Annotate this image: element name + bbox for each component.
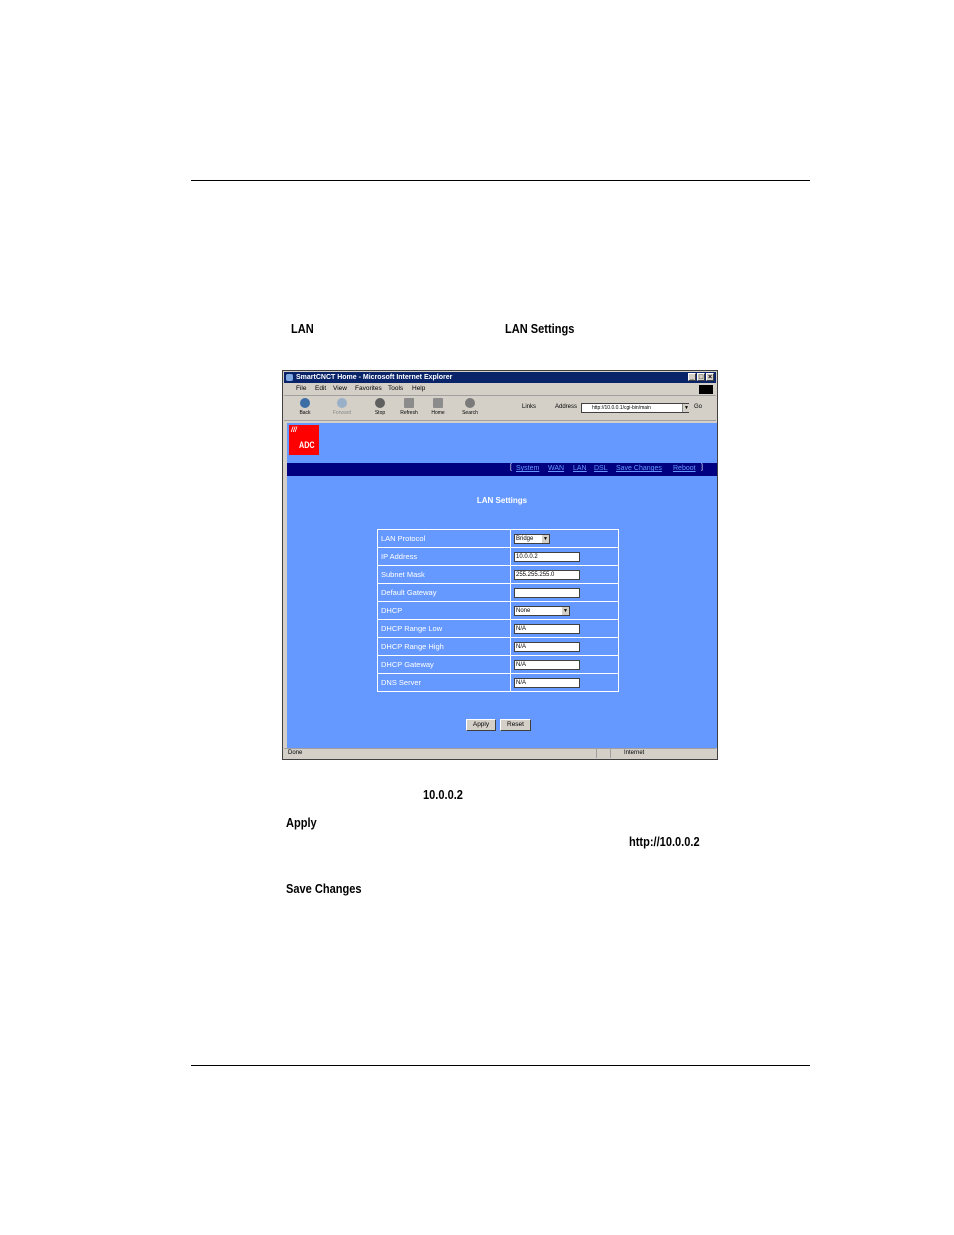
search-button[interactable]: Search [457,398,483,416]
menu-file[interactable]: File [296,385,306,392]
row-label: DHCP Gateway [377,655,511,674]
lan-label: LAN [291,321,314,336]
dhcp-range-high-input[interactable]: N/A [514,641,580,652]
maximize-button[interactable]: □ [697,373,705,381]
links-button[interactable]: Links [522,404,536,410]
lan-protocol-select[interactable]: Bridge ▼ [514,533,550,544]
go-button[interactable]: Go [694,404,702,410]
table-row: DNS Server N/A [377,673,619,692]
nav-dsl[interactable]: DSL [594,465,608,472]
top-rule [191,180,810,181]
row-label: Subnet Mask [377,565,511,584]
forward-button[interactable]: Forward [329,398,355,416]
subnet-mask-input[interactable]: 255.255.255.0 [514,569,580,580]
dns-server-input[interactable]: N/A [514,677,580,688]
status-text: Done [288,750,303,756]
refresh-button[interactable]: Refresh [396,398,422,416]
address-label: Address [555,404,578,410]
toolbar: Back Forward Stop Refresh Home Search Li… [284,396,716,421]
chevron-down-icon: ▼ [542,534,549,543]
table-row: DHCP None ▼ [377,601,619,620]
menu-bar: File Edit View Favorites Tools Help [284,384,716,396]
refresh-icon [404,398,414,408]
logo-slashes: /// [291,427,297,434]
back-button[interactable]: Back [292,398,318,416]
row-label: DHCP [377,601,511,620]
lan-settings-label: LAN Settings [505,321,575,336]
windows-logo-icon [699,385,713,394]
home-icon [433,398,443,408]
table-row: Subnet Mask 255.255.255.0 [377,565,619,584]
nav-lan[interactable]: LAN [573,465,587,472]
security-zone: Internet [624,750,645,756]
page-content: /// ADC [ System WAN LAN DSL Save Change… [287,423,717,748]
window-title: SmartCNCT Home - Microsoft Internet Expl… [296,374,453,381]
adc-logo: /// ADC [289,425,319,455]
address-dropdown-icon[interactable]: ▼ [682,404,690,412]
dhcp-gateway-input[interactable]: N/A [514,659,580,670]
dhcp-range-low-input[interactable]: N/A [514,623,580,634]
apply-text: Apply [286,815,317,830]
default-gateway-input[interactable] [514,587,580,598]
url-text: http://10.0.0.2 [629,834,700,849]
row-label: IP Address [377,547,511,566]
stop-button[interactable]: Stop [367,398,393,416]
apply-button[interactable]: Apply [466,719,496,731]
nav-reboot[interactable]: Reboot [673,465,696,472]
browser-window: SmartCNCT Home - Microsoft Internet Expl… [282,370,718,760]
row-label: LAN Protocol [377,529,511,548]
table-row: Default Gateway [377,583,619,602]
stop-icon [375,398,385,408]
row-label: DNS Server [377,673,511,692]
logo-text: ADC [299,440,315,450]
lan-settings-table: LAN Protocol Bridge ▼ IP Address 10.0.0.2… [377,529,619,692]
menu-tools[interactable]: Tools [388,385,403,392]
table-row: DHCP Gateway N/A [377,655,619,674]
menu-edit[interactable]: Edit [315,385,326,392]
nav-save-changes[interactable]: Save Changes [616,465,662,472]
nav-bar: [ System WAN LAN DSL Save Changes Reboot… [287,463,717,476]
search-icon [465,398,475,408]
page-title: LAN Settings [476,496,528,505]
menu-favorites[interactable]: Favorites [355,385,382,392]
row-label: DHCP Range High [377,637,511,656]
bottom-rule [191,1065,810,1066]
menu-help[interactable]: Help [412,385,425,392]
reset-button[interactable]: Reset [500,719,531,731]
row-label: DHCP Range Low [377,619,511,638]
forward-arrow-icon [337,398,347,408]
address-input[interactable]: http://10.0.0.1/cgi-bin/main [581,403,689,413]
home-button[interactable]: Home [425,398,451,416]
ie-icon [286,374,293,381]
table-row: LAN Protocol Bridge ▼ [377,529,619,548]
table-row: IP Address 10.0.0.2 [377,547,619,566]
table-row: DHCP Range Low N/A [377,619,619,638]
status-bar: Done Internet [284,748,716,758]
close-button[interactable]: × [706,373,714,381]
title-bar: SmartCNCT Home - Microsoft Internet Expl… [284,372,716,383]
ip-address-input[interactable]: 10.0.0.2 [514,551,580,562]
table-row: DHCP Range High N/A [377,637,619,656]
save-changes-text: Save Changes [286,881,362,896]
nav-wan[interactable]: WAN [548,465,564,472]
row-label: Default Gateway [377,583,511,602]
back-arrow-icon [300,398,310,408]
minimize-button[interactable]: _ [688,373,696,381]
menu-view[interactable]: View [333,385,347,392]
nav-system[interactable]: System [516,465,539,472]
dhcp-select[interactable]: None ▼ [514,605,570,616]
ip-value-text: 10.0.0.2 [423,787,463,802]
chevron-down-icon: ▼ [562,606,569,615]
